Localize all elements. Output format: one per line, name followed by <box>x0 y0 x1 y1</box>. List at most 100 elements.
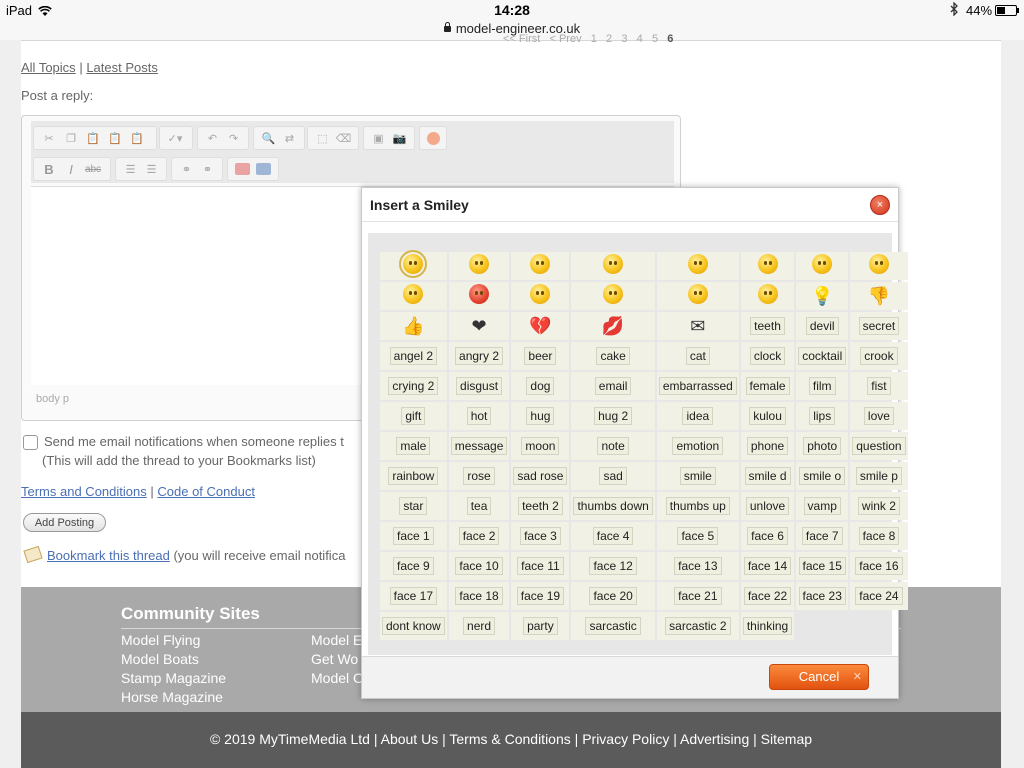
smiley-cell[interactable]: thumbs down <box>571 492 655 520</box>
source-icon[interactable] <box>253 160 274 178</box>
smiley-cell[interactable]: face 12 <box>571 552 655 580</box>
smiley-cell[interactable]: ✉ <box>656 312 739 340</box>
smiley-cell[interactable]: face 2 <box>448 522 510 550</box>
smiley-cell[interactable] <box>571 252 655 280</box>
smiley-cell[interactable]: 💡 <box>796 282 849 310</box>
smiley-cell[interactable]: star <box>380 492 447 520</box>
smiley-cell[interactable] <box>850 252 908 280</box>
smiley-cell[interactable]: face 24 <box>850 582 908 610</box>
smiley-cell[interactable]: disgust <box>448 372 510 400</box>
cut-icon[interactable]: ✂ <box>38 129 60 147</box>
smiley-cell[interactable]: moon <box>511 432 570 460</box>
smiley-cell[interactable]: cocktail <box>796 342 849 370</box>
bold-button[interactable]: B <box>38 160 60 178</box>
smiley-cell[interactable] <box>656 252 739 280</box>
smiley-cell[interactable]: lips <box>796 402 849 430</box>
smiley-cell[interactable]: crook <box>850 342 908 370</box>
smiley-cell[interactable]: face 16 <box>850 552 908 580</box>
pager-page[interactable]: 2 <box>606 33 612 45</box>
smiley-cell[interactable]: thinking <box>740 612 795 640</box>
smiley-cell[interactable]: face 15 <box>796 552 849 580</box>
smiley-cell[interactable]: angry 2 <box>448 342 510 370</box>
smiley-cell[interactable]: emotion <box>656 432 739 460</box>
smiley-cell[interactable]: face 22 <box>740 582 795 610</box>
advertising-link[interactable]: Advertising <box>680 731 749 747</box>
smiley-cell[interactable]: teeth <box>740 312 795 340</box>
code-of-conduct-link[interactable]: Code of Conduct <box>157 484 255 499</box>
smiley-cell[interactable]: 👍 <box>380 312 447 340</box>
smiley-cell[interactable]: sad rose <box>511 462 570 490</box>
numbered-list-icon[interactable]: ☰ <box>120 160 141 178</box>
pager-page[interactable]: 3 <box>621 33 627 45</box>
smiley-cell[interactable]: sarcastic <box>571 612 655 640</box>
smiley-cell[interactable]: face 3 <box>511 522 570 550</box>
community-link[interactable]: Model Flying <box>121 632 226 651</box>
smiley-cell[interactable]: dont know <box>380 612 447 640</box>
close-icon[interactable]: × <box>870 195 890 215</box>
pager-page[interactable]: 1 <box>591 33 597 45</box>
smiley-cell[interactable]: rose <box>448 462 510 490</box>
strike-button[interactable]: abc <box>82 160 104 178</box>
smiley-cell[interactable]: face 10 <box>448 552 510 580</box>
smiley-cell[interactable]: dog <box>511 372 570 400</box>
cancel-button[interactable]: Cancel ✕ <box>769 664 869 690</box>
smiley-cell[interactable]: 👎 <box>850 282 908 310</box>
smiley-cell[interactable]: secret <box>850 312 908 340</box>
smiley-cell[interactable]: face 11 <box>511 552 570 580</box>
smiley-cell[interactable]: cat <box>656 342 739 370</box>
smiley-cell[interactable]: idea <box>656 402 739 430</box>
smiley-cell[interactable]: fist <box>850 372 908 400</box>
smiley-cell[interactable]: wink 2 <box>850 492 908 520</box>
replace-icon[interactable]: ⇄ <box>279 129 300 147</box>
smiley-cell[interactable]: face 1 <box>380 522 447 550</box>
pager-prev[interactable]: < Prev <box>549 33 581 45</box>
smiley-cell[interactable]: gift <box>380 402 447 430</box>
smiley-cell[interactable]: face 6 <box>740 522 795 550</box>
smiley-cell[interactable]: smile d <box>740 462 795 490</box>
smiley-cell[interactable]: clock <box>740 342 795 370</box>
smiley-cell[interactable]: unlove <box>740 492 795 520</box>
smiley-cell[interactable]: hot <box>448 402 510 430</box>
smiley-cell[interactable] <box>740 282 795 310</box>
bulleted-list-icon[interactable]: ☰ <box>141 160 162 178</box>
smiley-cell[interactable]: rainbow <box>380 462 447 490</box>
latest-posts-link[interactable]: Latest Posts <box>86 60 158 75</box>
smiley-cell[interactable]: hug 2 <box>571 402 655 430</box>
smiley-cell[interactable]: face 4 <box>571 522 655 550</box>
italic-button[interactable]: I <box>60 160 82 178</box>
pager-page[interactable]: 5 <box>652 33 658 45</box>
sitemap-link[interactable]: Sitemap <box>761 731 812 747</box>
community-link[interactable]: Get Wo <box>311 651 363 670</box>
about-link[interactable]: About Us <box>381 731 439 747</box>
smiley-cell[interactable] <box>740 252 795 280</box>
smiley-cell[interactable] <box>448 282 510 310</box>
smiley-cell[interactable]: photo <box>796 432 849 460</box>
smiley-cell[interactable]: 💔 <box>511 312 570 340</box>
link-icon[interactable]: ⚭ <box>176 160 197 178</box>
privacy-link[interactable]: Privacy Policy <box>582 731 669 747</box>
smiley-cell[interactable] <box>656 282 739 310</box>
paste-icon[interactable]: 📋 <box>82 129 104 147</box>
pager-first[interactable]: << First <box>503 33 540 45</box>
smiley-cell[interactable]: thumbs up <box>656 492 739 520</box>
smiley-cell[interactable]: teeth 2 <box>511 492 570 520</box>
smiley-cell[interactable]: question <box>850 432 908 460</box>
smiley-cell[interactable]: face 18 <box>448 582 510 610</box>
smiley-cell[interactable]: smile p <box>850 462 908 490</box>
paste-word-icon[interactable]: 📋 <box>126 129 148 147</box>
smiley-cell[interactable]: love <box>850 402 908 430</box>
smiley-cell[interactable]: sad <box>571 462 655 490</box>
community-link[interactable]: Stamp Magazine <box>121 670 226 689</box>
terms-footer-link[interactable]: Terms & Conditions <box>449 731 570 747</box>
all-topics-link[interactable]: All Topics <box>21 60 76 75</box>
camera-icon[interactable]: 📷 <box>389 129 410 147</box>
community-link[interactable]: Model E <box>311 632 363 651</box>
bookmark-thread-link[interactable]: Bookmark this thread <box>47 548 170 563</box>
smiley-cell[interactable]: embarrassed <box>656 372 739 400</box>
smiley-cell[interactable]: film <box>796 372 849 400</box>
smiley-cell[interactable]: beer <box>511 342 570 370</box>
smiley-cell[interactable] <box>511 282 570 310</box>
image-icon[interactable]: ▣ <box>368 129 389 147</box>
add-posting-button[interactable]: Add Posting <box>23 513 106 532</box>
smiley-cell[interactable]: sarcastic 2 <box>656 612 739 640</box>
